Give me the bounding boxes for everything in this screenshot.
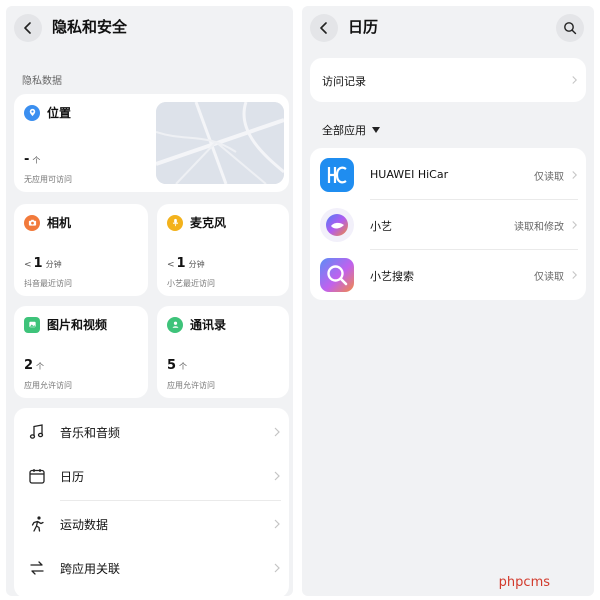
- all-apps-filter[interactable]: 全部应用: [322, 122, 380, 138]
- all-apps-label: 全部应用: [322, 124, 366, 137]
- app-list: HUAWEI HiCar 仅读取 小艺 读取和修改 小艺搜索 仅读取: [310, 148, 586, 300]
- map-thumbnail: [156, 102, 284, 184]
- contacts-icon: [167, 316, 183, 333]
- back-button[interactable]: [310, 14, 338, 42]
- camera-count-value: 1: [33, 256, 43, 271]
- chevron-right-icon: [572, 171, 577, 179]
- microphone-count-value: 1: [176, 256, 186, 271]
- photos-count-value: 2: [24, 358, 34, 373]
- contacts-desc: 应用允许访问: [167, 381, 215, 390]
- camera-desc: 抖音最近访问: [24, 279, 72, 288]
- page-title: 日历: [348, 18, 379, 36]
- contacts-title: 通讯录: [190, 318, 227, 332]
- list-divider: [60, 500, 281, 501]
- list-item-label: 跨应用关联: [60, 561, 121, 576]
- watermark: phpcms: [498, 575, 550, 590]
- microphone-card[interactable]: 麦克风 <1 分钟 小艺最近访问: [157, 204, 289, 296]
- photos-icon: [24, 316, 40, 333]
- screen: 隐私和安全 隐私数据 位置 -个 无应用可访问 相机 < 1 分钟 抖音最近访问…: [0, 0, 600, 600]
- visit-record-row[interactable]: 访问记录: [310, 58, 586, 102]
- microphone-count: <1 分钟: [167, 256, 205, 271]
- camera-count: <1 分钟: [24, 256, 62, 271]
- photos-count-unit: 个: [36, 362, 45, 371]
- app-row-xiaoyi-search[interactable]: 小艺搜索 仅读取: [310, 250, 586, 298]
- microphone-count-unit: 分钟: [188, 260, 205, 269]
- xiaoyi-icon: [320, 208, 354, 242]
- chevron-right-icon: [274, 519, 280, 529]
- search-icon: [564, 22, 577, 35]
- app-row-hicar[interactable]: HUAWEI HiCar 仅读取: [310, 150, 586, 198]
- photos-card[interactable]: 图片和视频 2个 应用允许访问: [14, 306, 148, 398]
- app-name: 小艺: [370, 220, 392, 233]
- section-label: 隐私数据: [22, 76, 62, 87]
- list-item-sports[interactable]: 运动数据: [14, 502, 289, 546]
- photos-count: 2个: [24, 358, 44, 373]
- right-topbar: 日历: [302, 6, 594, 46]
- location-count: -个: [24, 152, 40, 167]
- app-name: 小艺搜索: [370, 270, 414, 283]
- contacts-count-unit: 个: [179, 362, 188, 371]
- list-item-calendar[interactable]: 日历: [14, 454, 289, 498]
- privacy-list: 音乐和音频 日历 运动数据 跨应用关联: [14, 408, 289, 596]
- microphone-title: 麦克风: [190, 216, 227, 230]
- search-button[interactable]: [556, 14, 584, 42]
- camera-card[interactable]: 相机 <1 分钟 抖音最近访问: [14, 204, 148, 296]
- running-icon: [31, 516, 44, 532]
- app-permission: 仅读取: [534, 172, 564, 183]
- privacy-security-pane: 隐私和安全 隐私数据 位置 -个 无应用可访问 相机 < 1 分钟 抖音最近访问…: [6, 6, 293, 596]
- photos-desc: 应用允许访问: [24, 381, 72, 390]
- list-item-label: 日历: [60, 469, 85, 484]
- list-item-label: 运动数据: [60, 517, 109, 532]
- chevron-right-icon: [274, 427, 280, 437]
- page-title: 隐私和安全: [52, 18, 128, 36]
- microphone-count-prefix: <: [167, 260, 175, 270]
- contacts-count: 5个: [167, 358, 187, 373]
- chevron-right-icon: [572, 221, 577, 229]
- calendar-icon: [29, 469, 45, 484]
- list-item-cross-app[interactable]: 跨应用关联: [14, 546, 289, 590]
- location-desc: 无应用可访问: [24, 175, 72, 184]
- camera-icon: [24, 214, 40, 231]
- location-card[interactable]: 位置 -个 无应用可访问: [14, 94, 289, 192]
- list-item-music[interactable]: 音乐和音频: [14, 410, 289, 454]
- location-count-value: -: [24, 152, 30, 167]
- microphone-desc: 小艺最近访问: [167, 279, 215, 288]
- back-arrow-icon: [320, 22, 327, 34]
- back-button[interactable]: [14, 14, 42, 42]
- microphone-icon: [167, 214, 183, 231]
- chevron-right-icon: [274, 471, 280, 481]
- caret-down-icon: [372, 127, 380, 133]
- back-arrow-icon: [24, 22, 31, 34]
- xiaoyi-search-icon: [320, 258, 354, 292]
- photos-title: 图片和视频: [47, 318, 108, 332]
- hicar-icon: [320, 158, 354, 192]
- location-pin-icon: [24, 104, 40, 121]
- contacts-card[interactable]: 通讯录 5个 应用允许访问: [157, 306, 289, 398]
- chevron-right-icon: [572, 76, 577, 84]
- app-row-xiaoyi[interactable]: 小艺 读取和修改: [310, 200, 586, 248]
- music-note-icon: [29, 424, 44, 439]
- camera-title: 相机: [47, 216, 72, 230]
- list-item-label: 音乐和音频: [60, 425, 121, 440]
- camera-count-unit: 分钟: [45, 260, 62, 269]
- location-title: 位置: [47, 106, 72, 120]
- app-permission: 读取和修改: [514, 222, 564, 233]
- calendar-pane: 日历 访问记录 全部应用 HUAWEI HiCar 仅读取 小艺 读取和修改 小…: [302, 6, 594, 596]
- camera-count-prefix: <: [24, 260, 32, 270]
- app-name: HUAWEI HiCar: [370, 168, 449, 181]
- location-count-unit: 个: [32, 156, 41, 165]
- app-permission: 仅读取: [534, 272, 564, 283]
- chevron-right-icon: [572, 271, 577, 279]
- contacts-count-value: 5: [167, 358, 177, 373]
- cross-app-icon: [30, 561, 44, 575]
- visit-record-label: 访问记录: [322, 75, 366, 88]
- chevron-right-icon: [274, 563, 280, 573]
- left-topbar: 隐私和安全: [6, 6, 293, 46]
